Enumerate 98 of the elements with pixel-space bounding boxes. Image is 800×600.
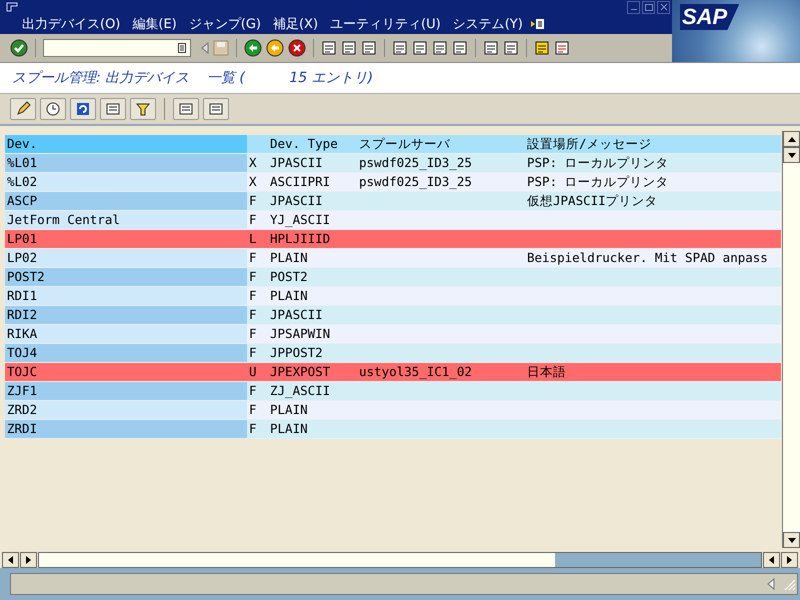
clock-button[interactable] (40, 98, 66, 120)
table-cell: LP02 (5, 249, 247, 267)
left-arrow-icon[interactable] (8, 556, 13, 564)
table-cell: JPSAPWIN (268, 325, 357, 343)
print-request-button[interactable] (203, 98, 229, 120)
table-cell: ZJ_ASCII (268, 382, 357, 400)
table-cell: ASCIIPRI (268, 173, 357, 191)
filter-button[interactable] (130, 98, 156, 120)
table-cell: F (247, 344, 268, 362)
table-cell: PSP: ローカルプリンタ (525, 173, 781, 191)
logo-text: SAP (680, 4, 740, 30)
pencil-button[interactable] (10, 98, 36, 120)
table-cell: LP01 (5, 230, 247, 248)
table-cell: PLAIN (268, 287, 357, 305)
table-cell: POST2 (268, 268, 357, 286)
table-cell: ZRD2 (5, 401, 247, 419)
refresh-button[interactable] (70, 98, 96, 120)
minimize-button[interactable] (627, 0, 640, 14)
table-cell: TOJ4 (5, 344, 247, 362)
right-arrow-icon[interactable] (26, 556, 31, 564)
table-cell: JPEXPOST (268, 363, 357, 381)
menu-item[interactable]: 補足(X) (272, 15, 318, 33)
table-cell: F (247, 287, 268, 305)
vertical-scrollbar[interactable] (782, 131, 800, 548)
down-arrow-icon[interactable] (788, 152, 796, 158)
table-cell: RDI1 (5, 287, 247, 305)
table-cell: PLAIN (268, 420, 357, 438)
table-cell: 日本語 (525, 363, 781, 381)
table-cell: POST2 (5, 268, 247, 286)
menu-overflow-icon[interactable] (530, 18, 545, 30)
table-cell: ZRDI (5, 420, 247, 438)
table-cell: X (247, 154, 268, 172)
table-cell: PLAIN (268, 401, 357, 419)
table-cell: JPASCII (268, 306, 357, 324)
clock-icon (45, 101, 61, 117)
table-cell: RIKA (5, 325, 247, 343)
table-cell: YJ_ASCII (268, 211, 357, 229)
table-cell: F (247, 401, 268, 419)
table-cell: 仮想JPASCIIプリンタ (525, 192, 781, 210)
document-icon (178, 43, 186, 53)
table-cell: ustyol35_IC1_02 (357, 363, 525, 381)
table-cell: %L01 (5, 154, 247, 172)
table-cell: TOJC (5, 363, 247, 381)
menu-item[interactable]: ユーティリティ(U) (330, 15, 441, 33)
table-cell: X (247, 173, 268, 191)
table-cell: pswdf025_ID3_25 (357, 154, 525, 172)
filter-icon (135, 101, 151, 117)
table-cell: PSP: ローカルプリンタ (525, 154, 781, 172)
triangle-left-icon[interactable] (201, 42, 209, 54)
table-cell: JetForm Central (5, 211, 247, 229)
down-arrow-icon[interactable] (788, 538, 796, 542)
resize-grip-icon[interactable] (782, 577, 796, 591)
table-cell: JPPOST2 (268, 344, 357, 362)
menu-item[interactable]: 編集(E) (132, 15, 177, 33)
table-cell: F (247, 306, 268, 324)
menu-item[interactable]: ジャンプ(G) (188, 15, 261, 33)
table-cell: F (247, 325, 268, 343)
maximize-button[interactable] (642, 0, 655, 14)
column-header[interactable]: 設置場所/メッセージ (525, 135, 781, 153)
table-cell: pswdf025_ID3_25 (357, 173, 525, 191)
calculator-button[interactable] (173, 98, 199, 120)
triangle-left-icon[interactable] (767, 578, 775, 590)
check-icon[interactable] (10, 39, 28, 57)
table-cell: F (247, 420, 268, 438)
table-cell: JPASCII (268, 192, 357, 210)
table-cell: U (247, 363, 268, 381)
command-field[interactable] (43, 39, 191, 57)
column-header[interactable]: Dev. Type (268, 135, 357, 153)
screen-title: スプール管理: 出力デバイス 一覧 ( 15 エントリ) (12, 69, 374, 87)
close-icon (660, 3, 668, 11)
table-cell: %L02 (5, 173, 247, 191)
horizontal-scrollbar[interactable] (0, 552, 800, 568)
refresh-icon (75, 101, 91, 117)
table-cell: F (247, 192, 268, 210)
table-cell: JPASCII (268, 154, 357, 172)
column-header[interactable]: スプールサーバ (357, 135, 525, 153)
table-cell: F (247, 211, 268, 229)
table-cell: ASCP (5, 192, 247, 210)
right-arrow-icon[interactable] (787, 556, 792, 564)
pencil-icon (15, 101, 31, 117)
close-button[interactable] (657, 0, 670, 14)
column-header[interactable]: Dev. (5, 135, 247, 153)
cancel-icon[interactable] (288, 39, 306, 57)
table-cell: PLAIN (268, 249, 357, 267)
system-menu-icon[interactable] (6, 2, 18, 12)
printer-button[interactable] (100, 98, 126, 120)
table-cell: F (247, 268, 268, 286)
table-cell: ZJF1 (5, 382, 247, 400)
table-cell: HPLJIIID (268, 230, 357, 248)
table-cell: L (247, 230, 268, 248)
table-cell: F (247, 249, 268, 267)
left-arrow-icon[interactable] (769, 556, 774, 564)
table-cell: Beispieldrucker. Mit SPAD anpass (525, 249, 781, 267)
save-icon (213, 40, 229, 56)
menu-item[interactable]: システム(Y) (452, 15, 523, 33)
table-cell: F (247, 382, 268, 400)
table-cell: RDI2 (5, 306, 247, 324)
menu-item[interactable]: 出力デバイス(O) (22, 15, 120, 33)
